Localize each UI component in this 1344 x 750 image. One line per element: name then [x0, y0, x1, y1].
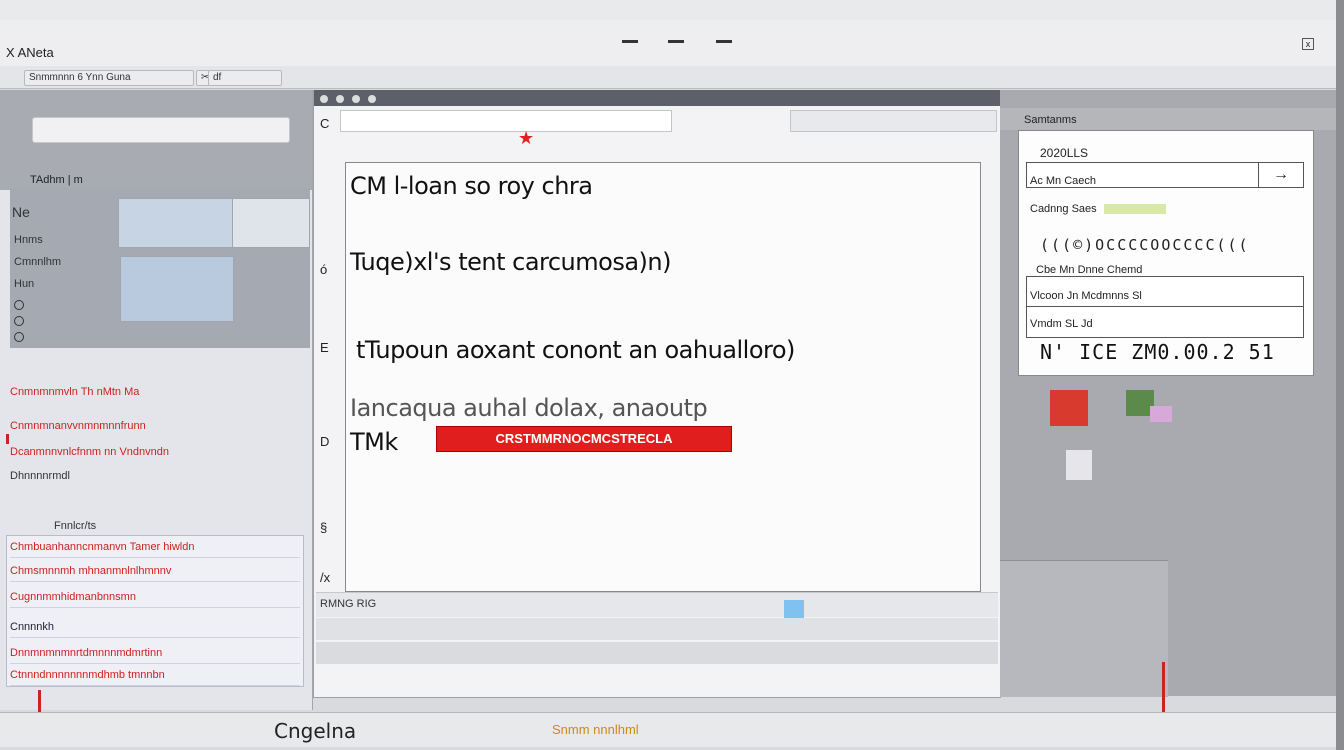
- top-strip: [0, 0, 1344, 21]
- document-line: CM l-loan so roy chra: [350, 172, 593, 200]
- tree-item[interactable]: Hnms: [14, 234, 43, 246]
- list-item-label: Cugnnmmhidmanbnnsmn: [10, 591, 136, 603]
- tree-item[interactable]: Hun: [14, 278, 34, 290]
- arrow-icon[interactable]: →: [1258, 162, 1304, 188]
- list-item-label: Cnnnnkh: [10, 621, 55, 633]
- tree-item[interactable]: Ne: [12, 204, 30, 220]
- date-label: 2020LLS: [1040, 146, 1089, 160]
- star-icon[interactable]: ★: [518, 128, 534, 149]
- character-row: (((©)OCCCCOOCCCC(((: [1040, 236, 1250, 254]
- list-item[interactable]: Cnnnnkh: [10, 617, 300, 638]
- progress-highlight: [1104, 204, 1166, 214]
- preview-pane[interactable]: [120, 256, 234, 322]
- search-input[interactable]: [32, 117, 290, 143]
- preview-pane[interactable]: [232, 198, 310, 248]
- annotation-line: Dhnnnnrmdl: [10, 470, 70, 482]
- panel-title: Samtanms: [1024, 114, 1077, 126]
- toolbar-extra-button[interactable]: df: [208, 70, 282, 86]
- status-row: [316, 642, 998, 664]
- circle-icon: [14, 332, 24, 342]
- document-line: Iancaqua auhal dolax, anaoutp: [350, 394, 708, 422]
- field-label: Cbe Mn Dnne Chemd: [1036, 264, 1143, 276]
- list-item[interactable]: Chmbuanhanncnmanvn Tamer hiwldn: [10, 537, 300, 558]
- address-field[interactable]: [340, 110, 672, 132]
- field-label: Vlcoon Jn Mcdmnns Sl: [1030, 290, 1142, 302]
- gutter-glyph: C: [320, 116, 330, 131]
- status-bar: [316, 592, 998, 617]
- gutter-glyph: E: [320, 340, 329, 355]
- tree-item[interactable]: Cmnnlhm: [14, 256, 61, 268]
- color-swatch-red[interactable]: [1050, 390, 1088, 426]
- list-item[interactable]: Cugnnmmhidmanbnnsmn: [10, 587, 300, 608]
- gutter-glyph: §: [320, 520, 328, 535]
- error-highlight[interactable]: CRSTMMRNOCMCSTRECLA: [436, 426, 732, 452]
- circle-icon: [14, 300, 24, 310]
- tab-icon[interactable]: [336, 95, 344, 103]
- field-label: Ac Mn Caech: [1030, 175, 1097, 187]
- color-swatch-grey[interactable]: [1066, 450, 1092, 480]
- editor-tab-bar: [314, 90, 1000, 106]
- list-header: Fnnlcr/ts: [54, 520, 97, 532]
- toolbar-menu-button[interactable]: Snmmnnn 6 Ynn Guna: [24, 70, 194, 86]
- value-readout: N' ICE ZM0.00.2 51: [1040, 340, 1275, 364]
- tab-icon[interactable]: [368, 95, 376, 103]
- color-swatch-pink[interactable]: [1150, 406, 1172, 422]
- tab-icon[interactable]: [320, 95, 328, 103]
- tab-icon[interactable]: [352, 95, 360, 103]
- gutter-glyph: /x: [320, 570, 331, 585]
- minimize-icon[interactable]: [622, 40, 638, 43]
- gutter-glyph: ó: [320, 262, 328, 277]
- status-text: RMNG RIG: [320, 598, 377, 610]
- document-line: Tuqe)xl's tent carcumosa)n): [350, 248, 671, 276]
- preview-box: [1000, 560, 1168, 697]
- list-item-label: Chmsmnnmh mhnanmnlnlhmnnv: [10, 565, 172, 577]
- preview-pane[interactable]: [118, 198, 234, 248]
- list-item-label: Ctnnndnnnnnnnmdhmb tmnnbn: [10, 669, 165, 681]
- editor-button-group[interactable]: [790, 110, 997, 132]
- bottom-label: Cngelna: [274, 719, 357, 743]
- restore-icon[interactable]: [668, 40, 684, 43]
- list-item-label: Dnnmnmnmnrtdmnnnmdmrtinn: [10, 647, 163, 659]
- field-label: Vmdm SL Jd: [1030, 318, 1093, 330]
- bottom-bar: [0, 712, 1336, 747]
- color-swatch[interactable]: [784, 600, 804, 618]
- circle-icon: [14, 316, 24, 326]
- maximize-icon[interactable]: [716, 40, 732, 43]
- close-button[interactable]: x: [1302, 38, 1314, 50]
- annotation-line: Cnmnmnanvvnmnmnnfrunn: [10, 420, 146, 432]
- app-title: X ANeta: [6, 45, 54, 60]
- list-item[interactable]: Chmsmnnmh mhnanmnlnlhmnnv: [10, 561, 300, 582]
- list-item-label: Chmbuanhanncnmanvn Tamer hiwldn: [10, 541, 195, 553]
- document-canvas[interactable]: [345, 162, 981, 592]
- list-item[interactable]: Ctnnndnnnnnnnmdhmb tmnnbn: [10, 665, 300, 686]
- document-line: TMk: [350, 428, 398, 456]
- tree-header: TAdhm | m: [30, 174, 83, 186]
- error-marker: [6, 434, 9, 444]
- window-edge: [1336, 0, 1344, 750]
- field-label: Cadnng Saes: [1030, 203, 1097, 215]
- status-row: [316, 618, 998, 640]
- bottom-status: Snmm nnnlhml: [552, 722, 639, 737]
- title-bar: [0, 20, 1336, 67]
- annotation-line: Dcanmnnvnlcfnnm nn Vndnvndn: [10, 446, 169, 458]
- document-line: tTupoun aoxant conont an oahualloro): [356, 336, 795, 364]
- list-item[interactable]: Dnnmnmnmnrtdmnnnmdmrtinn: [10, 643, 300, 664]
- gutter-glyph: D: [320, 434, 330, 449]
- annotation-line: Cnmnmnmvln Th nMtn Ma: [10, 386, 140, 398]
